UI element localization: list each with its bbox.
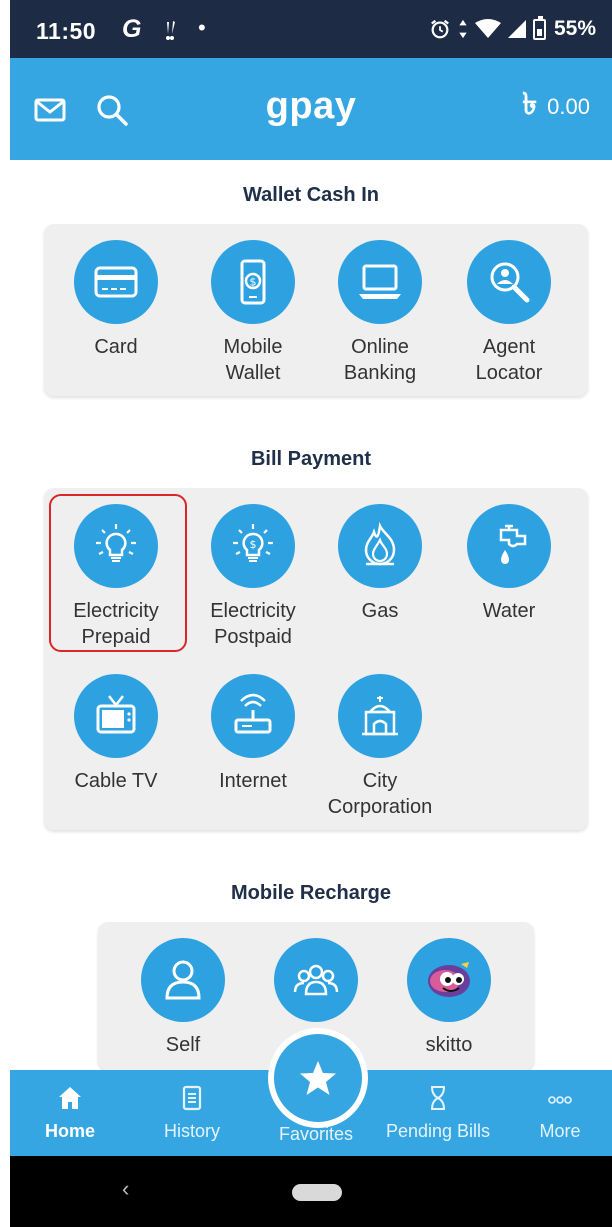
nav-home-label: Home xyxy=(44,1121,95,1141)
wifi-icon xyxy=(474,19,501,38)
star-icon xyxy=(300,1061,336,1095)
mobile-recharge-title: Mobile Recharge xyxy=(230,882,392,904)
mobile-wallet-tile[interactable]: $ Mobile Wallet xyxy=(188,240,318,386)
svg-text:$: $ xyxy=(250,538,257,551)
router-icon xyxy=(211,674,295,758)
wallet-balance[interactable]: ৳ 0.00 xyxy=(522,90,590,120)
skitto-logo-icon xyxy=(407,938,491,1022)
svg-text:$: $ xyxy=(250,276,257,289)
gas-tile[interactable]: Gas xyxy=(315,504,445,624)
tv-icon xyxy=(74,674,158,758)
electricity-postpaid-tile[interactable]: $ Electricity Postpaid xyxy=(188,504,318,650)
mobile-wallet-label: Mobile Wallet xyxy=(223,336,283,384)
bill-payment-title: Bill Payment xyxy=(250,448,372,470)
favorites-button[interactable] xyxy=(274,1034,362,1122)
agent-locator-tile[interactable]: Agent Locator xyxy=(444,240,574,386)
more-notifications-dot: • xyxy=(198,15,206,40)
status-time: 11:50 xyxy=(36,18,97,44)
battery-icon xyxy=(532,15,546,40)
agent-locator-icon xyxy=(467,240,551,324)
self-recharge-tile[interactable]: Self xyxy=(118,938,248,1058)
cable-tv-tile[interactable]: Cable TV xyxy=(51,674,181,794)
wallet-cash-in-title: Wallet Cash In xyxy=(243,184,379,206)
alarm-icon xyxy=(431,19,449,39)
more-icon xyxy=(548,1096,572,1104)
internet-tile[interactable]: Internet xyxy=(188,674,318,794)
nav-favorites-label[interactable]: Favorites xyxy=(256,1124,376,1145)
electricity-postpaid-label: Electricity Postpaid xyxy=(210,600,296,648)
card-tile[interactable]: Card xyxy=(51,240,181,360)
nav-pending-bills-label: Pending Bills xyxy=(385,1121,491,1141)
notification-icon xyxy=(160,18,184,48)
google-app-icon: G xyxy=(122,15,142,43)
group-icon xyxy=(274,938,358,1022)
flame-icon xyxy=(338,504,422,588)
taka-icon: ৳ xyxy=(522,88,538,121)
city-corporation-tile[interactable]: City Corporation xyxy=(315,674,445,820)
person-icon xyxy=(141,938,225,1022)
signal-icon xyxy=(507,20,526,38)
online-banking-tile[interactable]: Online Banking xyxy=(315,240,445,386)
water-tile[interactable]: Water xyxy=(444,504,574,624)
cable-tv-label: Cable TV xyxy=(74,770,158,792)
app-header: gpay ৳ 0.00 xyxy=(10,58,612,160)
balance-amount: 0.00 xyxy=(547,94,590,119)
nav-more[interactable]: More xyxy=(500,1070,612,1156)
city-hall-icon xyxy=(338,674,422,758)
status-right: 55% xyxy=(429,15,596,41)
water-label: Water xyxy=(482,600,536,622)
online-banking-label: Online Banking xyxy=(343,336,417,384)
nav-home[interactable]: Home xyxy=(10,1070,130,1156)
selected-highlight-box xyxy=(49,494,187,652)
bulb-dollar-icon: $ xyxy=(211,504,295,588)
water-tap-icon xyxy=(467,504,551,588)
card-label: Card xyxy=(94,336,138,358)
skitto-recharge-tile[interactable]: skitto xyxy=(384,938,514,1058)
gas-label: Gas xyxy=(361,600,399,622)
back-icon[interactable]: ‹ xyxy=(122,1176,129,1202)
history-icon xyxy=(182,1085,202,1111)
home-pill[interactable] xyxy=(292,1184,342,1201)
system-nav-bar: ‹ xyxy=(10,1156,612,1227)
nav-more-label: More xyxy=(539,1121,581,1141)
wallet-cash-in-card: Card $ Mobile Wallet Online Banking Agen… xyxy=(44,224,588,396)
nav-history-label: History xyxy=(163,1121,220,1141)
home-icon xyxy=(59,1087,81,1109)
internet-label: Internet xyxy=(219,770,287,792)
mobile-wallet-icon: $ xyxy=(211,240,295,324)
data-arrows-icon xyxy=(459,19,467,39)
city-corporation-label: City Corporation xyxy=(327,770,433,818)
status-bar: 11:50 G • 55% xyxy=(10,0,612,58)
battery-percent: 55% xyxy=(553,17,596,40)
agent-locator-label: Agent Locator xyxy=(475,336,543,384)
card-icon xyxy=(74,240,158,324)
online-banking-icon xyxy=(338,240,422,324)
nav-pending-bills[interactable]: Pending Bills xyxy=(378,1070,498,1156)
self-label: Self xyxy=(165,1034,201,1056)
skitto-label: skitto xyxy=(425,1034,473,1056)
hourglass-icon xyxy=(431,1086,445,1110)
nav-history[interactable]: History xyxy=(132,1070,252,1156)
